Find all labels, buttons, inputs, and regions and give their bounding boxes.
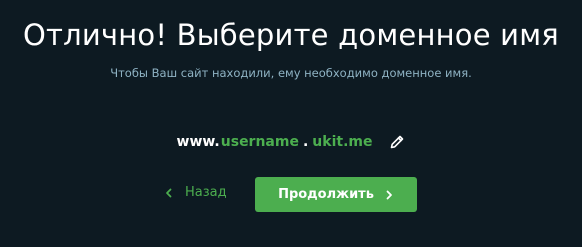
domain-name: username bbox=[220, 134, 299, 150]
continue-button-label: Продолжить bbox=[278, 187, 374, 202]
continue-button[interactable]: Продолжить bbox=[255, 177, 417, 212]
chevron-left-icon bbox=[164, 188, 174, 198]
back-button[interactable]: Назад bbox=[164, 185, 227, 200]
domain-display: www. username . ukit.me bbox=[177, 134, 373, 150]
pencil-icon[interactable] bbox=[389, 134, 405, 150]
domain-row: www. username . ukit.me bbox=[0, 134, 582, 150]
chevron-right-icon bbox=[384, 190, 394, 200]
domain-prefix: www. bbox=[176, 134, 220, 150]
domain-suffix: ukit.me bbox=[312, 134, 373, 150]
page-subtitle: Чтобы Ваш сайт находили, ему необходимо … bbox=[110, 66, 472, 80]
domain-separator: . bbox=[302, 134, 309, 150]
back-button-label: Назад bbox=[185, 185, 227, 200]
page-title: Отлично! Выберите доменное имя bbox=[23, 18, 559, 52]
